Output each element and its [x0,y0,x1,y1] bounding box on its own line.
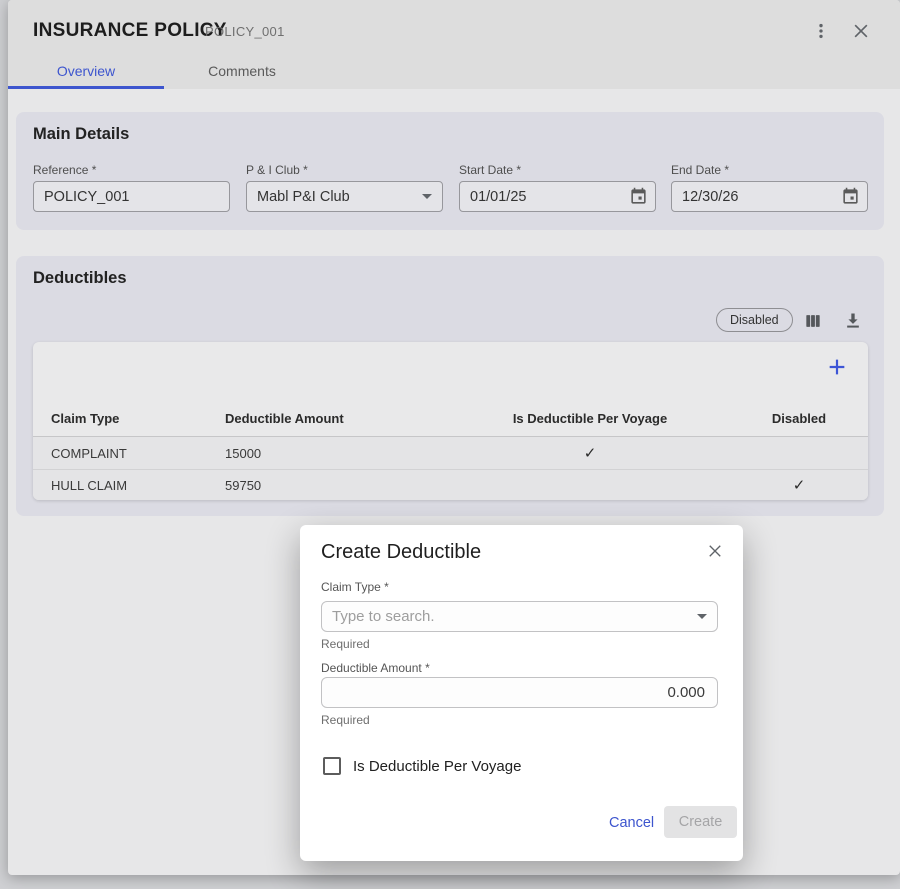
main-details-title: Main Details [33,125,129,144]
start-date-input[interactable] [459,181,656,212]
check-icon: ✓ [495,444,685,462]
create-button[interactable]: Create [664,806,737,838]
deductible-amount-label: Deductible Amount * [321,661,430,675]
tab-comments-label: Comments [208,63,276,79]
claim-type-search-input[interactable] [321,601,718,632]
deductible-amount-field [321,677,718,708]
cell-deductible-amount: 15000 [225,446,495,461]
is-deductible-per-voyage-checkbox[interactable]: Is Deductible Per Voyage [323,757,521,775]
end-date-input[interactable] [671,181,868,212]
start-date-field: Start Date * [459,163,656,212]
chevron-down-icon[interactable] [697,614,707,619]
screen: INSURANCE POLICY POLICY_001 Overview Com… [0,0,900,889]
tab-overview-label: Overview [57,63,115,79]
disabled-chip-label: Disabled [730,313,779,327]
col-deductible-amount: Deductible Amount [225,411,495,426]
cell-claim-type: HULL CLAIM [33,478,225,493]
pi-club-field: P & I Club * Mabl P&I Club [246,163,443,212]
more-vert-icon[interactable] [810,20,832,42]
pi-club-select[interactable]: Mabl P&I Club [246,181,443,212]
deductibles-title: Deductibles [33,269,127,288]
pi-club-value: Mabl P&I Club [257,189,350,205]
create-deductible-modal: Create Deductible Claim Type * Required … [300,525,743,861]
close-icon[interactable] [706,542,724,560]
reference-input[interactable] [33,181,230,212]
claim-type-field [321,601,718,632]
tab-overview[interactable]: Overview [8,52,164,89]
table-header-row: Claim Type Deductible Amount Is Deductib… [33,400,868,437]
disabled-filter-chip[interactable]: Disabled [716,308,793,332]
cell-claim-type: COMPLAINT [33,446,225,461]
reference-label: Reference * [33,163,230,177]
table-row[interactable]: COMPLAINT 15000 ✓ [33,437,868,470]
cell-deductible-amount: 59750 [225,478,495,493]
claim-type-helper: Required [321,637,370,651]
close-icon[interactable] [850,20,872,42]
calendar-icon[interactable] [841,187,860,206]
deductibles-section: Deductibles Disabled Claim Type Deductib… [16,256,884,516]
col-claim-type: Claim Type [33,411,225,426]
download-icon[interactable] [843,311,863,331]
columns-icon[interactable] [803,311,823,331]
cancel-button[interactable]: Cancel [603,813,660,833]
end-date-field: End Date * [671,163,868,212]
dialog-title: INSURANCE POLICY [33,20,227,42]
calendar-icon[interactable] [629,187,648,206]
dialog-header: INSURANCE POLICY POLICY_001 Overview Com… [8,0,900,89]
deductibles-table: Claim Type Deductible Amount Is Deductib… [33,342,868,500]
chevron-down-icon [422,194,432,199]
checkbox-label: Is Deductible Per Voyage [353,758,521,775]
table-row[interactable]: HULL CLAIM 59750 ✓ [33,470,868,500]
check-icon: ✓ [685,476,868,494]
dialog-subtitle: POLICY_001 [205,24,285,39]
main-details-section: Main Details Reference * P & I Club * Ma… [16,112,884,230]
col-is-deductible-per-voyage: Is Deductible Per Voyage [495,411,685,426]
start-date-label: Start Date * [459,163,656,177]
end-date-label: End Date * [671,163,868,177]
modal-title: Create Deductible [321,541,481,564]
plus-icon[interactable] [826,356,848,378]
col-disabled: Disabled [685,411,868,426]
checkbox-icon[interactable] [323,757,341,775]
claim-type-label: Claim Type * [321,580,389,594]
tab-comments[interactable]: Comments [164,52,320,89]
reference-field: Reference * [33,163,230,212]
tab-bar: Overview Comments [8,52,320,89]
deductible-amount-input[interactable] [321,677,718,708]
pi-club-label: P & I Club * [246,163,443,177]
deductible-amount-helper: Required [321,713,370,727]
